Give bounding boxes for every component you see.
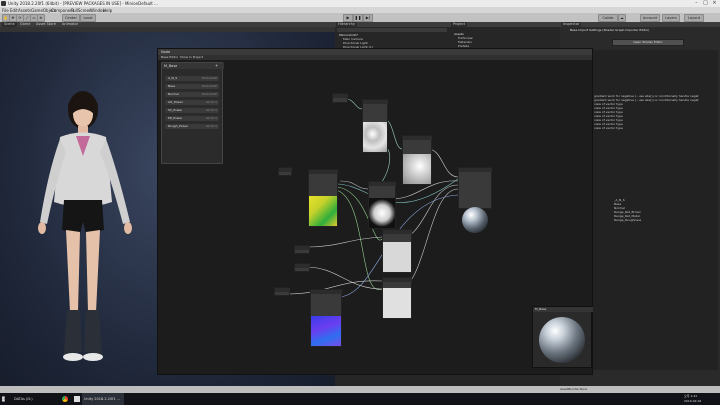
windows-taskbar: DATAs (D:) Unity 2018.2.20f1 ... 오후 1:41… xyxy=(0,393,720,405)
mask-texture-node[interactable] xyxy=(368,181,396,229)
texture-preview xyxy=(403,154,431,184)
layout-button[interactable]: Layout xyxy=(684,14,704,22)
preview-sphere xyxy=(539,317,585,363)
close-icon[interactable]: × xyxy=(710,0,719,7)
clock-date: 2019-02-02 xyxy=(684,399,702,403)
transform-tool-icon[interactable]: ⊕ xyxy=(37,14,45,22)
open-shader-editor-button[interactable]: Open Shader Editor xyxy=(612,39,684,46)
hierarchy-tab-bar: Hierarchy xyxy=(335,22,450,27)
taskbar-unity-item[interactable]: Unity 2018.2.20f1 ... xyxy=(82,393,124,405)
multiply-preview xyxy=(383,242,411,272)
layers-button[interactable]: Layers xyxy=(662,14,680,22)
texture-preview xyxy=(363,122,387,152)
asset-bundle-label: AssetBundle None xyxy=(560,387,588,391)
pivot-local-button[interactable]: Local xyxy=(80,14,96,22)
property-node[interactable] xyxy=(294,245,310,254)
code-line: view of vector type xyxy=(594,126,623,130)
character-model[interactable] xyxy=(20,82,160,372)
step-icon[interactable]: ▶| xyxy=(363,14,373,22)
tab-project[interactable]: Project xyxy=(451,22,467,27)
master-sphere-preview xyxy=(462,207,488,233)
account-button[interactable]: Account xyxy=(640,14,660,22)
cloud-icon[interactable]: ☁ xyxy=(618,14,626,22)
unity-taskbar-icon[interactable] xyxy=(74,396,80,402)
tab-inspector[interactable]: Inspector xyxy=(561,22,582,27)
property-node[interactable] xyxy=(278,167,292,176)
clock-time: 오후 1:41 xyxy=(684,394,698,398)
normal-texture-node[interactable] xyxy=(310,289,342,347)
menu-fullscreen[interactable]: FullScreen xyxy=(71,8,92,13)
property-node[interactable] xyxy=(332,93,348,103)
multiply-preview xyxy=(383,288,411,318)
status-bar: AssetBundle None xyxy=(0,386,720,393)
menu-file[interactable]: File xyxy=(2,8,9,13)
sample-texture-node[interactable] xyxy=(402,135,432,185)
base-color-preview xyxy=(309,196,337,226)
taskbar-drive-item[interactable]: DATAs (D:) xyxy=(14,393,33,405)
normal-map-preview xyxy=(311,316,341,346)
unity-icon xyxy=(1,1,6,6)
inspector-tab-bar: Inspector xyxy=(560,22,720,27)
menu-edit[interactable]: Edit xyxy=(10,8,18,13)
pbr-master-node[interactable] xyxy=(458,167,492,209)
tab-hierarchy[interactable]: Hierarchy xyxy=(336,22,357,27)
multiply-node[interactable] xyxy=(382,229,412,273)
chrome-icon[interactable] xyxy=(62,396,68,402)
mask-preview xyxy=(369,198,395,228)
play-icon[interactable]: ▶ xyxy=(343,14,353,22)
start-icon[interactable] xyxy=(2,396,5,402)
sample-texture-node[interactable] xyxy=(362,99,388,153)
property-name: Range_Roughness xyxy=(614,218,642,222)
scene-control-bar xyxy=(0,27,335,32)
window-title: Unity 2018.2.20f1 (64bit) - [PREVIEW PAC… xyxy=(8,1,158,6)
hierarchy-search[interactable] xyxy=(337,28,447,32)
base-texture-node[interactable] xyxy=(308,169,338,227)
property-node[interactable] xyxy=(294,263,310,272)
pivot-center-button[interactable]: Center xyxy=(62,14,80,22)
shader-graph-window[interactable]: Node Base Editor Show In Project M_Base … xyxy=(157,48,593,375)
project-tab-bar: Project xyxy=(450,22,560,27)
pause-icon[interactable]: ❚❚ xyxy=(353,14,363,22)
shader-code-view: gradient work for negative (– use abs())… xyxy=(592,50,718,370)
minimize-icon[interactable]: – xyxy=(692,0,701,7)
menu-help[interactable]: Help xyxy=(103,8,112,13)
collab-button[interactable]: Collab xyxy=(598,14,618,22)
menu-assets[interactable]: Assets xyxy=(18,8,31,13)
inspector-title: Base Import Settings (Shader Graph Impor… xyxy=(570,28,650,32)
property-node[interactable] xyxy=(274,287,290,296)
main-preview-window[interactable]: M_Base xyxy=(532,306,593,368)
multiply-node[interactable] xyxy=(382,277,412,319)
main-preview-title: M_Base xyxy=(533,307,593,312)
toolbar: ✋ ✥ ⟳ ⤢ ▭ ⊕ Center Local ▶ ❚❚ ▶| Collab … xyxy=(0,13,720,22)
title-bar: Unity 2018.2.20f1 (64bit) - [PREVIEW PAC… xyxy=(0,0,720,7)
maximize-icon[interactable]: □ xyxy=(701,0,710,7)
